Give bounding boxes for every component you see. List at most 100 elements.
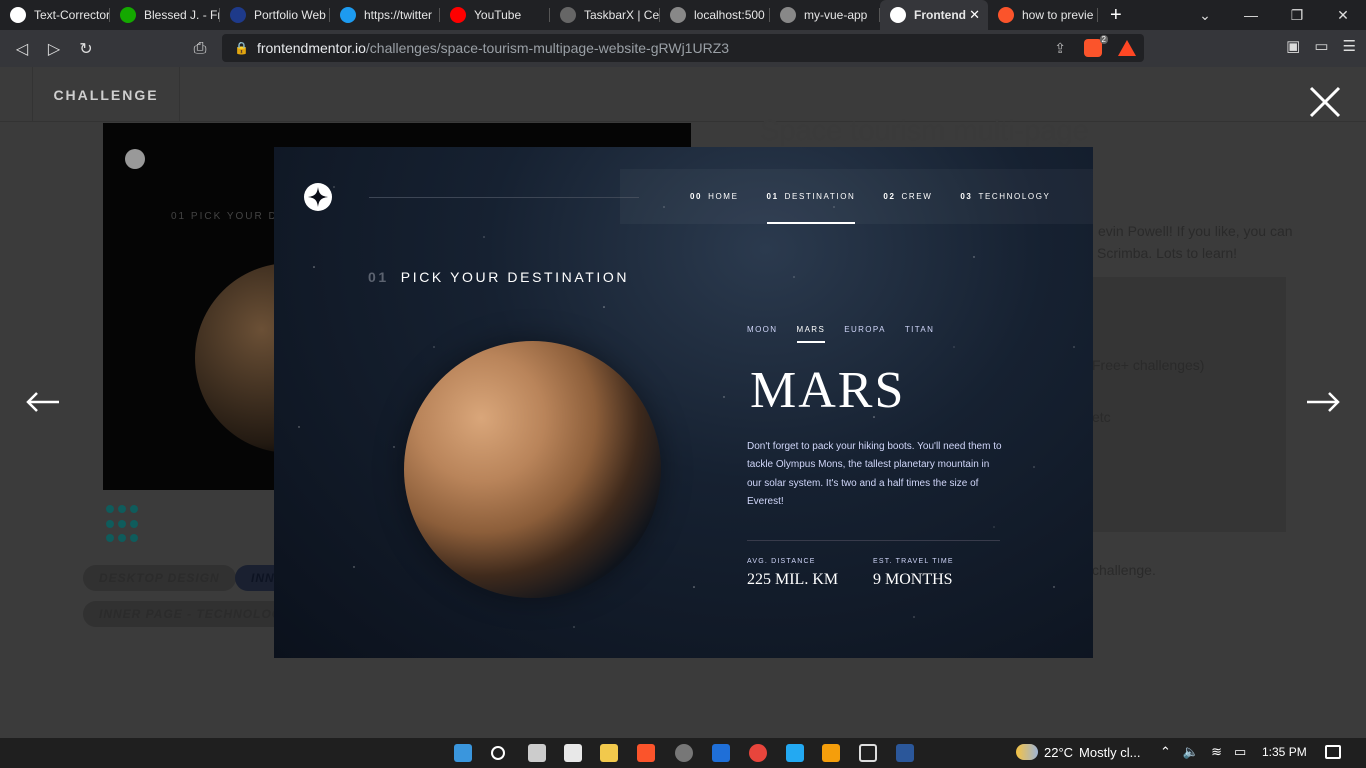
browser-tab-title: https://twitter [364,8,433,22]
tray-chevron-icon[interactable]: ⌃ [1160,744,1171,760]
git-icon[interactable] [822,744,840,762]
weather-text: Mostly cl... [1079,744,1141,760]
destination-description: Don't forget to pack your hiking boots. … [747,441,1002,507]
close-lightbox-icon[interactable] [1308,85,1342,119]
wallet-icon[interactable]: ▭ [1314,37,1328,55]
menu-icon[interactable]: ☰ [1343,37,1356,55]
reload-button[interactable]: ↻ [70,33,102,65]
travel-time-label: EST. TRAVEL TIME [873,558,954,565]
weather-temperature: 22°C [1044,744,1074,760]
main-navigation: 00 HOME 01 DESTINATION 02 CREW 03 TECHNOLOGY [620,169,1093,224]
toolbar-right-icons: ▣ ▭ ☰ [1286,37,1356,55]
gallery-grid-icon[interactable] [106,505,138,545]
minimize-button[interactable]: — [1228,0,1274,30]
obs-icon[interactable] [675,744,693,762]
vscode-icon[interactable] [786,744,804,762]
start-button-icon[interactable] [454,744,472,762]
volume-icon[interactable]: 🔈 [1183,744,1199,760]
nav-destination[interactable]: 01 DESTINATION [766,169,856,224]
nav-crew[interactable]: 02 CREW [883,169,932,224]
wifi-icon[interactable]: ≋ [1211,744,1222,760]
browser-tab[interactable]: localhost:500 [660,0,770,30]
share-icon[interactable]: ⇪ [1054,40,1066,57]
search-icon[interactable] [491,746,505,760]
forward-button[interactable]: ▷ [38,33,70,65]
tag-pill[interactable]: DESKTOP DESIGN [83,565,236,591]
browser-tab-strip: Text-Corrector Blessed J. - Fr Portfolio W… [0,0,1366,30]
challenge-label[interactable]: CHALLENGE [32,67,180,122]
browser-tab[interactable]: https://twitter [330,0,440,30]
file-explorer-icon[interactable] [600,744,618,762]
destination-name: MARS [750,362,906,419]
page-heading: 01 PICK YOUR DESTINATION [368,269,629,285]
back-button[interactable]: ◁ [6,33,38,65]
page-heading-label: PICK YOUR DESTINATION [400,269,630,285]
browser-tab-title: how to previe [1022,8,1094,22]
browser-tab-title: YouTube [474,8,522,22]
destination-tabs: MOON MARS EUROPA TITAN [747,325,934,343]
address-bar[interactable]: 🔒 frontendmentor.io /challenges/space-to… [222,34,1144,62]
nav-home[interactable]: 00 HOME [690,169,739,224]
tab-moon[interactable]: MOON [747,325,778,343]
notification-icon[interactable] [1325,745,1341,759]
url-path: /challenges/space-tourism-multipage-webs… [365,40,730,56]
mars-planet-image [404,341,661,598]
browser-tab[interactable]: Frontend ✕ [880,0,988,30]
brave-shield-icon[interactable]: 2 [1084,35,1108,57]
browser-tab[interactable]: YouTube [440,0,550,30]
browser-tab[interactable]: Portfolio Web [220,0,330,30]
previous-image-arrow-icon[interactable] [25,388,61,416]
distance-label: AVG. DISTANCE [747,558,816,565]
url-domain: frontendmentor.io [256,40,366,56]
youtube-icon [450,7,466,23]
globe-icon [780,7,796,23]
taskbar-clock[interactable]: 1:35 PM [1262,745,1307,759]
bookmark-icon[interactable]: ⎙ [184,33,216,65]
page-heading-number: 01 [368,269,389,285]
tab-titan[interactable]: TITAN [905,325,935,343]
github-icon [10,7,26,23]
system-tray: ⌃ 🔈 ≋ ▭ [1160,744,1246,760]
store-icon[interactable] [564,744,582,762]
background-text: etc [1092,409,1111,425]
tab-europa[interactable]: EUROPA [844,325,886,343]
tab-search-icon[interactable]: ⌄ [1182,0,1228,30]
tab-mars[interactable]: MARS [796,325,826,343]
background-text: Scrimba. Lots to learn! [1097,245,1238,261]
browser-tab[interactable]: Text-Corrector [0,0,110,30]
mail-icon[interactable] [712,744,730,762]
window-controls: ⌄ — ❐ ✕ [1182,0,1366,30]
browser-tab[interactable]: how to previe [988,0,1098,30]
task-view-icon[interactable] [528,744,546,762]
chrome-icon[interactable] [749,744,767,762]
browser-tab[interactable]: Blessed J. - Fr [110,0,220,30]
lock-icon: 🔒 [234,41,249,55]
browser-tab-title: my-vue-app [804,8,868,22]
next-image-arrow-icon[interactable] [1305,388,1341,416]
challenge-header: CHALLENGE [0,67,1366,122]
word-icon[interactable] [896,744,914,762]
weather-widget[interactable]: 22°C Mostly cl... [1016,744,1140,760]
nav-technology[interactable]: 03 TECHNOLOGY [960,169,1050,224]
browser-tab-title: Portfolio Web [254,8,326,22]
browser-tab[interactable]: TaskbarX | Ce [550,0,660,30]
brave-browser-icon[interactable] [637,744,655,762]
browser-tab-title: TaskbarX | Ce [584,8,660,22]
3d-box-icon[interactable] [859,744,877,762]
site-logo-icon[interactable] [304,183,332,211]
background-title: Space tourism multi-page [760,115,1089,147]
lightbox-preview: 00 HOME 01 DESTINATION 02 CREW 03 TECHNOLOGY… [274,147,1093,658]
globe-icon [670,7,686,23]
battery-icon[interactable]: ▭ [1234,744,1246,760]
maximize-button[interactable]: ❐ [1274,0,1320,30]
browser-tab-title: Blessed J. - Fr [144,8,220,22]
browser-tab[interactable]: my-vue-app [770,0,880,30]
close-window-button[interactable]: ✕ [1320,0,1366,30]
new-tab-button[interactable]: + [1110,4,1130,27]
twitter-icon [340,7,356,23]
sidebar-icon[interactable]: ▣ [1286,37,1300,55]
brave-badge: 2 [1099,35,1108,44]
brave-rewards-icon[interactable] [1118,40,1136,56]
close-tab-icon[interactable]: ✕ [969,7,980,23]
taskbarx-icon [560,7,576,23]
